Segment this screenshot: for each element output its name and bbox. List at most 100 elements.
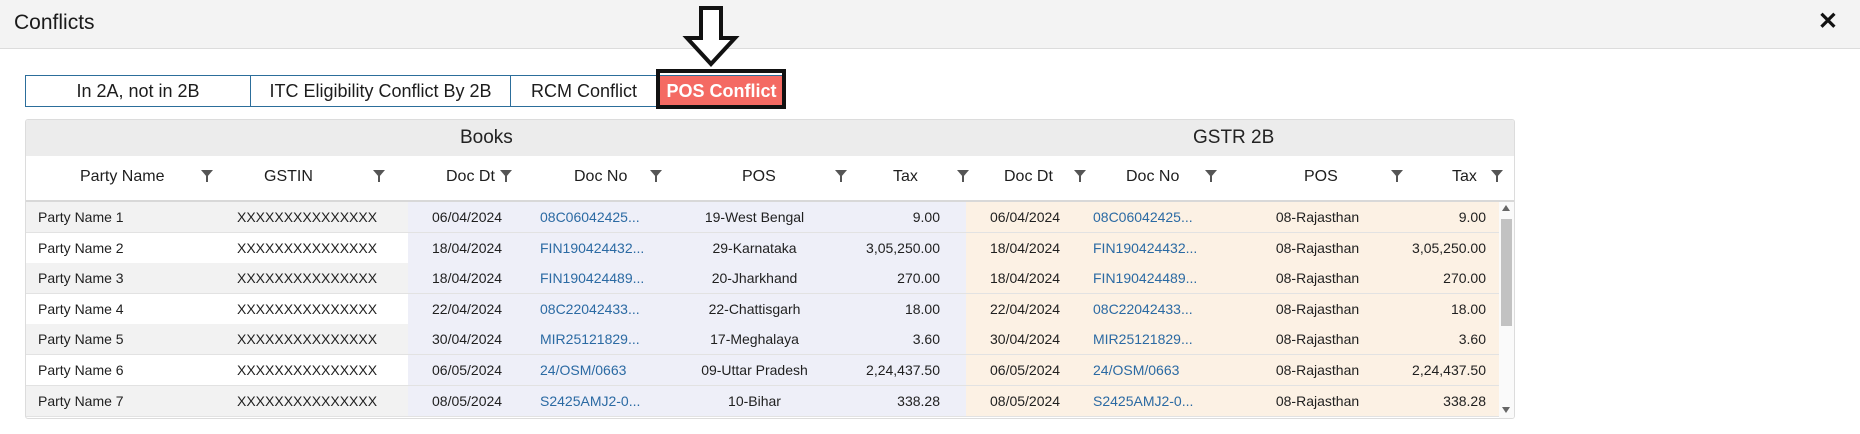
column-header-row: Party Name GSTIN Doc Dt Doc No POS Tax D… [26,156,1514,202]
cell-books-tax: 270.00 [846,263,966,294]
cell-gstr-doc-no[interactable]: FIN190424432... [1083,232,1223,263]
filter-icon[interactable] [1205,170,1217,182]
column-label: POS [1304,168,1338,185]
cell-books-tax: 18.00 [846,293,966,324]
cell-gstr-pos: 08-Rajasthan [1223,385,1412,416]
tab-in-2a-not-in-2b[interactable]: In 2A, not in 2B [25,75,251,107]
cell-books-pos: 17-Meghalaya [663,324,846,355]
cell-party-name: Party Name 1 [26,202,222,232]
cell-gstin: XXXXXXXXXXXXXXX [222,355,408,385]
pos-conflict-grid: Books GSTR 2B Party Name GSTIN Doc Dt Do… [25,119,1515,419]
cell-gstr-doc-no[interactable]: 24/OSM/0663 [1083,355,1223,385]
scroll-up-icon[interactable] [1502,205,1510,211]
cell-gstr-doc-no[interactable]: MIR25121829... [1083,324,1223,355]
cell-books-doc-no[interactable]: 08C22042433... [530,293,663,324]
cell-books-tax: 338.28 [846,385,966,416]
cell-gstr-tax: 338.28 [1412,385,1499,416]
cell-gstr-tax: 9.00 [1412,202,1499,232]
cell-books-doc-dt: 18/04/2024 [408,232,530,263]
column-label: POS [742,168,776,185]
cell-party-name: Party Name 4 [26,293,222,324]
cell-gstr-doc-dt: 22/04/2024 [966,293,1083,324]
filter-icon[interactable] [373,170,385,182]
cell-books-doc-dt: 06/04/2024 [408,202,530,232]
cell-books-doc-no[interactable]: FIN190424489... [530,263,663,294]
dialog-header: Conflicts ✕ [0,0,1860,49]
column-label: Doc Dt [446,168,495,185]
table-row[interactable]: Party Name 1 XXXXXXXXXXXXXXX 06/04/2024 08C… [26,202,1499,233]
column-header-books-pos[interactable]: POS [663,156,847,200]
table-row[interactable]: Party Name 5 XXXXXXXXXXXXXXX 30/04/2024 MIR… [26,324,1499,356]
column-label: GSTIN [264,168,313,185]
vertical-scrollbar[interactable] [1499,202,1514,418]
cell-books-doc-dt: 06/05/2024 [408,355,530,385]
cell-books-doc-dt: 18/04/2024 [408,263,530,294]
cell-books-tax: 2,24,437.50 [846,355,966,385]
cell-gstr-doc-no[interactable]: 08C22042433... [1083,293,1223,324]
table-row[interactable]: Party Name 2 XXXXXXXXXXXXXXX 18/04/2024 FIN… [26,232,1499,264]
cell-books-doc-no[interactable]: 24/OSM/0663 [530,355,663,385]
column-header-gstr-pos[interactable]: POS [1223,156,1412,200]
cell-books-doc-no[interactable]: MIR25121829... [530,324,663,355]
column-header-gstr-tax[interactable]: Tax [1412,156,1514,200]
books-group-title: Books [460,127,513,148]
table-row[interactable]: Party Name 6 XXXXXXXXXXXXXXX 06/05/2024 24/… [26,355,1499,386]
cell-books-doc-no[interactable]: S2425AMJ2-0... [530,385,663,416]
down-arrow-icon [682,6,740,67]
cell-gstr-doc-no[interactable]: 08C06042425... [1083,202,1223,232]
close-icon[interactable]: ✕ [1818,9,1838,35]
cell-gstr-doc-dt: 06/05/2024 [966,355,1083,385]
column-header-gstr-doc-no[interactable]: Doc No [1083,156,1223,200]
column-group-header: Books GSTR 2B [26,120,1514,157]
column-label: Doc No [574,168,628,185]
cell-gstr-doc-dt: 06/04/2024 [966,202,1083,232]
filter-icon[interactable] [500,170,512,182]
cell-gstin: XXXXXXXXXXXXXXX [222,324,408,355]
tab-itc-eligibility-conflict[interactable]: ITC Eligibility Conflict By 2B [250,75,511,107]
cell-gstin: XXXXXXXXXXXXXXX [222,293,408,324]
column-header-books-doc-no[interactable]: Doc No [530,156,663,200]
cell-gstr-pos: 08-Rajasthan [1223,202,1412,232]
cell-gstin: XXXXXXXXXXXXXXX [222,232,408,263]
cell-books-pos: 22-Chattisgarh [663,293,846,324]
filter-icon[interactable] [1391,170,1403,182]
cell-gstr-doc-dt: 08/05/2024 [966,385,1083,416]
table-row[interactable]: Party Name 7 XXXXXXXXXXXXXXX 08/05/2024 S24… [26,385,1499,417]
grid-body: Party Name 1 XXXXXXXXXXXXXXX 06/04/2024 08C… [26,202,1499,418]
table-row[interactable]: Party Name 4 XXXXXXXXXXXXXXX 22/04/2024 08C… [26,293,1499,325]
column-label: Tax [893,168,918,185]
scrollbar-thumb[interactable] [1501,219,1512,326]
cell-books-doc-no[interactable]: 08C06042425... [530,202,663,232]
column-header-gstr-doc-dt[interactable]: Doc Dt [966,156,1086,200]
column-header-books-doc-dt[interactable]: Doc Dt [408,156,530,200]
cell-gstr-doc-no[interactable]: S2425AMJ2-0... [1083,385,1223,416]
cell-gstr-pos: 08-Rajasthan [1223,232,1412,263]
cell-books-doc-no[interactable]: FIN190424432... [530,232,663,263]
tab-rcm-conflict[interactable]: RCM Conflict [510,75,658,107]
cell-gstr-tax: 3.60 [1412,324,1499,355]
cell-gstr-doc-no[interactable]: FIN190424489... [1083,263,1223,294]
cell-books-tax: 3.60 [846,324,966,355]
cell-books-pos: 29-Karnataka [663,232,846,263]
filter-icon[interactable] [1491,170,1503,182]
filter-icon[interactable] [201,170,213,182]
cell-gstr-pos: 08-Rajasthan [1223,263,1412,294]
cell-party-name: Party Name 7 [26,385,222,416]
table-row[interactable]: Party Name 3 XXXXXXXXXXXXXXX 18/04/2024 FIN… [26,263,1499,295]
filter-icon[interactable] [650,170,662,182]
cell-gstr-doc-dt: 30/04/2024 [966,324,1083,355]
gstr-2b-group-title: GSTR 2B [1193,127,1275,148]
column-header-gstin[interactable]: GSTIN [222,156,408,200]
cell-gstin: XXXXXXXXXXXXXXX [222,202,408,232]
cell-books-tax: 9.00 [846,202,966,232]
cell-gstr-tax: 270.00 [1412,263,1499,294]
column-label: Doc No [1126,168,1180,185]
cell-gstr-pos: 08-Rajasthan [1223,355,1412,385]
cell-gstr-tax: 3,05,250.00 [1412,232,1499,263]
cell-gstr-tax: 18.00 [1412,293,1499,324]
scroll-down-icon[interactable] [1502,407,1510,413]
column-header-party-name[interactable]: Party Name [26,156,222,200]
cell-books-doc-dt: 30/04/2024 [408,324,530,355]
cell-books-pos: 09-Uttar Pradesh [663,355,846,385]
column-header-books-tax[interactable]: Tax [846,156,969,200]
